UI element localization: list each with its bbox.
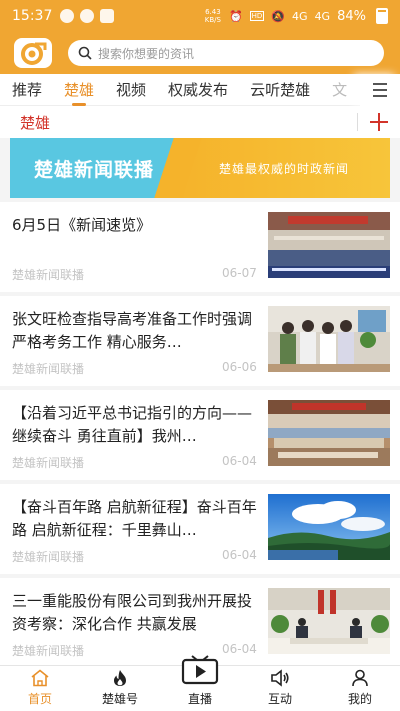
nav-home[interactable]: 首页	[0, 666, 80, 711]
news-source: 楚雄新闻联播	[12, 362, 85, 376]
system-icons: ⏰ HD 🔕 4G 4G 84%	[229, 8, 388, 24]
logo-icon	[21, 42, 47, 65]
bottom-nav: 首页 楚雄号 直播 互动 我的	[0, 655, 400, 711]
net-speed: 6.43 KB/S	[205, 8, 221, 24]
news-date: 06-04	[222, 642, 257, 656]
news-item[interactable]: 【奋斗百年路 启航新征程】奋斗百年路 启航新征程：千里彝山… 楚雄新闻联播 06…	[0, 484, 400, 574]
net-speed-unit: KB/S	[204, 16, 221, 24]
news-title: 【沿着习近平总书记指引的方向——继续奋斗 勇往直前】我州…	[12, 404, 253, 445]
nav-label: 我的	[347, 692, 372, 706]
news-title: 6月5日《新闻速览》	[12, 216, 152, 234]
flame-icon	[114, 670, 126, 686]
channel-divider	[357, 113, 358, 131]
tab-chuxiong[interactable]: 楚雄	[64, 74, 94, 106]
alarm-icon: ⏰	[228, 9, 243, 23]
banner-area: 楚雄新闻联播 楚雄最权威的时政新闻	[0, 138, 400, 202]
banner-subtitle: 楚雄最权威的时政新闻	[218, 161, 349, 176]
nav-label: 互动	[267, 692, 292, 706]
news-title: 三一重能股份有限公司到我州开展投资考察：深化合作 共赢发展	[12, 592, 253, 633]
notification-icon	[60, 9, 75, 23]
nav-live[interactable]: 直播	[160, 655, 240, 711]
status-bar: 15:37 6.43 KB/S ⏰ HD 🔕 4G 4G 84%	[0, 0, 400, 32]
banner-left: 楚雄新闻联播	[10, 138, 178, 198]
news-source: 楚雄新闻联播	[12, 456, 85, 470]
nav-label: 楚雄号	[101, 692, 138, 706]
news-date: 06-04	[222, 548, 257, 562]
news-source: 楚雄新闻联播	[12, 550, 85, 564]
tab-culture[interactable]: 文	[332, 74, 347, 106]
news-date: 06-06	[222, 360, 257, 374]
news-item[interactable]: 6月5日《新闻速览》 楚雄新闻联播 06-07	[0, 202, 400, 292]
person-icon	[352, 669, 368, 687]
news-title: 【奋斗百年路 启航新征程】奋斗百年路 启航新征程：千里彝山…	[12, 498, 257, 539]
signal-4g-label: 4G	[292, 9, 308, 23]
news-source: 楚雄新闻联播	[12, 644, 85, 658]
speaker-icon	[271, 669, 289, 687]
news-thumbnail	[268, 494, 390, 560]
notification-icon	[80, 9, 95, 23]
notification-icon	[100, 9, 115, 23]
nav-mine[interactable]: 我的	[320, 666, 400, 711]
status-time: 15:37	[12, 8, 53, 24]
news-thumbnail	[268, 400, 390, 466]
nav-interact[interactable]: 互动	[240, 666, 320, 711]
net-speed-value: 6.43	[205, 8, 221, 16]
search-input[interactable]: 搜索你想要的资讯	[68, 40, 384, 66]
menu-icon[interactable]	[360, 74, 400, 106]
category-tabs: 推荐 楚雄 视频 权威发布 云听楚雄 文	[0, 74, 400, 106]
add-channel-button[interactable]	[366, 106, 392, 138]
tab-recommend[interactable]: 推荐	[12, 74, 42, 106]
mute-icon: 🔕	[271, 9, 286, 23]
plus-icon	[370, 113, 388, 131]
home-icon	[31, 669, 49, 687]
nav-chuxiong-account[interactable]: 楚雄号	[80, 666, 160, 711]
signal-4g-label: 4G	[314, 9, 331, 23]
battery-percent: 84%	[337, 8, 366, 24]
news-item[interactable]: 张文旺检查指导高考准备工作时强调 严格考务工作 精心服务… 楚雄新闻联播 06-…	[0, 296, 400, 386]
app-logo[interactable]	[14, 38, 52, 68]
tab-yunting-chuxiong[interactable]: 云听楚雄	[250, 74, 310, 106]
battery-icon	[376, 8, 388, 24]
news-item[interactable]: 【沿着习近平总书记指引的方向——继续奋斗 勇往直前】我州… 楚雄新闻联播 06-…	[0, 390, 400, 480]
news-thumbnail	[268, 306, 390, 372]
tv-play-icon	[181, 655, 219, 685]
nav-label: 首页	[27, 692, 52, 706]
tab-video[interactable]: 视频	[116, 74, 146, 106]
tab-official-release[interactable]: 权威发布	[168, 74, 228, 106]
news-thumbnail	[268, 212, 390, 278]
volte-icon: HD	[249, 11, 265, 21]
notification-icons	[60, 9, 115, 23]
news-date: 06-04	[222, 454, 257, 468]
channel-title: 楚雄	[20, 113, 51, 132]
nav-label: 直播	[187, 692, 212, 706]
news-date: 06-07	[222, 266, 257, 280]
news-source: 楚雄新闻联播	[12, 268, 85, 282]
app-header: 搜索你想要的资讯	[0, 32, 400, 74]
news-thumbnail	[268, 588, 390, 654]
channel-bar: 楚雄	[0, 106, 400, 138]
banner-right: 楚雄最权威的时政新闻	[178, 138, 390, 198]
search-icon	[78, 46, 92, 60]
banner-title: 楚雄新闻联播	[33, 158, 154, 181]
news-title: 张文旺检查指导高考准备工作时强调 严格考务工作 精心服务…	[12, 310, 253, 351]
search-placeholder: 搜索你想要的资讯	[98, 46, 195, 61]
program-banner[interactable]: 楚雄新闻联播 楚雄最权威的时政新闻	[10, 138, 390, 198]
